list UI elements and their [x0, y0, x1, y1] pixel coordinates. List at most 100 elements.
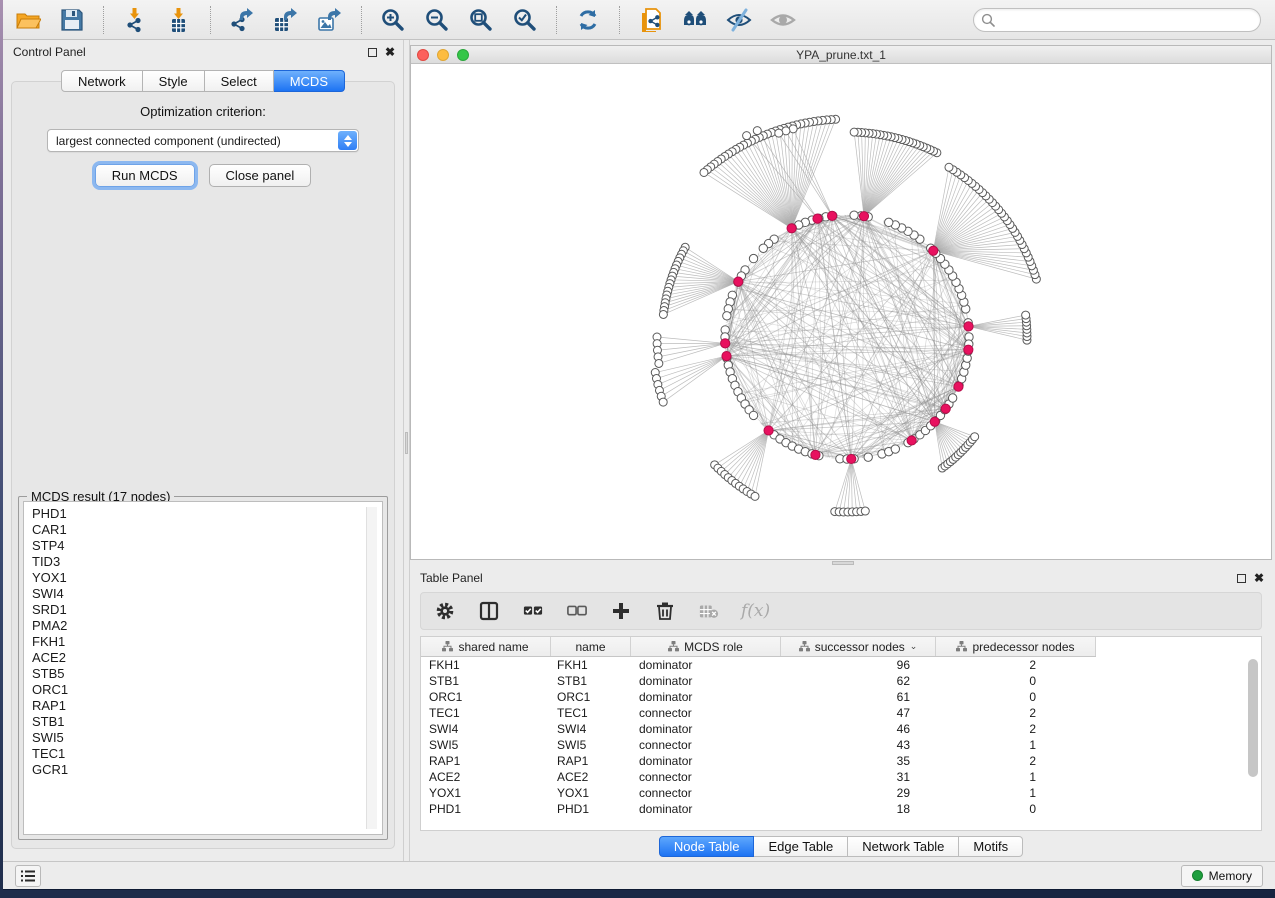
table-row[interactable]: TEC1TEC1connector472 — [421, 705, 1261, 721]
table-row[interactable]: STB1STB1dominator620 — [421, 673, 1261, 689]
mcds-node[interactable] — [828, 211, 837, 220]
tab-edge-table[interactable]: Edge Table — [754, 836, 848, 857]
close-table-panel-icon[interactable]: ✖ — [1254, 573, 1264, 583]
table-row[interactable]: PHD1PHD1dominator180 — [421, 801, 1261, 817]
leaf-node[interactable] — [789, 125, 797, 133]
column-header-MCDS-role[interactable]: MCDS role — [631, 637, 781, 656]
zoom-selected-icon[interactable] — [510, 5, 540, 35]
close-panel-icon[interactable]: ✖ — [385, 47, 395, 57]
mcds-result-item[interactable]: PMA2 — [32, 618, 382, 634]
leaf-node[interactable] — [861, 507, 869, 515]
network-node[interactable] — [749, 411, 757, 419]
leaf-node[interactable] — [850, 128, 858, 136]
deselect-all-icon[interactable] — [565, 599, 589, 623]
mcds-node[interactable] — [734, 277, 743, 286]
table-row[interactable]: ORC1ORC1dominator610 — [421, 689, 1261, 705]
import-table-icon[interactable] — [164, 5, 194, 35]
network-node[interactable] — [885, 218, 893, 226]
leaf-node[interactable] — [659, 398, 667, 406]
mcds-result-item[interactable]: SRD1 — [32, 602, 382, 618]
network-from-selection-icon[interactable] — [636, 5, 666, 35]
save-session-icon[interactable] — [57, 5, 87, 35]
tab-network-table[interactable]: Network Table — [848, 836, 959, 857]
gear-icon[interactable] — [433, 599, 457, 623]
network-canvas[interactable] — [411, 64, 1271, 559]
mcds-result-item[interactable]: FKH1 — [32, 634, 382, 650]
leaf-node[interactable] — [945, 163, 953, 171]
show-column-icon[interactable] — [477, 599, 501, 623]
mcds-result-item[interactable]: YOX1 — [32, 570, 382, 586]
mcds-node[interactable] — [722, 351, 731, 360]
leaf-node[interactable] — [700, 168, 708, 176]
table-scrollbar[interactable] — [1247, 659, 1259, 828]
mcds-node[interactable] — [930, 417, 939, 426]
mcds-result-item[interactable]: STB5 — [32, 666, 382, 682]
find-icon[interactable] — [680, 5, 710, 35]
table-row[interactable]: SWI4SWI4dominator462 — [421, 721, 1261, 737]
delete-column-icon[interactable] — [653, 599, 677, 623]
tab-motifs[interactable]: Motifs — [959, 836, 1023, 857]
mcds-result-item[interactable]: TEC1 — [32, 746, 382, 762]
leaf-node[interactable] — [743, 132, 751, 140]
task-history-button[interactable] — [15, 865, 41, 887]
tab-network[interactable]: Network — [61, 70, 143, 92]
mcds-result-item[interactable]: TID3 — [32, 554, 382, 570]
mcds-result-list[interactable]: PHD1CAR1STP4TID3YOX1SWI4SRD1PMA2FKH1ACE2… — [23, 501, 383, 835]
hide-selected-icon[interactable] — [724, 5, 754, 35]
add-column-icon[interactable] — [609, 599, 633, 623]
mcds-result-item[interactable]: SWI5 — [32, 730, 382, 746]
network-node[interactable] — [723, 312, 731, 320]
mcds-node[interactable] — [721, 339, 730, 348]
zoom-out-icon[interactable] — [422, 5, 452, 35]
network-node[interactable] — [749, 254, 757, 262]
export-network-icon[interactable] — [227, 5, 257, 35]
leaf-node[interactable] — [1022, 311, 1030, 319]
vertical-splitter[interactable] — [403, 40, 410, 861]
mcds-node[interactable] — [764, 426, 773, 435]
mcds-node[interactable] — [929, 246, 938, 255]
mcds-node[interactable] — [964, 322, 973, 331]
tab-node-table[interactable]: Node Table — [659, 836, 755, 857]
mcds-result-item[interactable]: CAR1 — [32, 522, 382, 538]
mcds-result-item[interactable]: GCR1 — [32, 762, 382, 778]
float-panel-icon[interactable] — [368, 48, 377, 57]
table-row[interactable]: YOX1YOX1connector291 — [421, 785, 1261, 801]
zoom-fit-icon[interactable] — [466, 5, 496, 35]
table-row[interactable]: SWI5SWI5connector431 — [421, 737, 1261, 753]
mcds-node[interactable] — [847, 454, 856, 463]
network-node[interactable] — [864, 453, 872, 461]
mcds-result-item[interactable]: STP4 — [32, 538, 382, 554]
mcds-node[interactable] — [954, 382, 963, 391]
column-header-shared-name[interactable]: shared name — [421, 637, 551, 656]
mcds-node[interactable] — [941, 404, 950, 413]
network-node[interactable] — [850, 211, 858, 219]
leaf-node[interactable] — [753, 127, 761, 135]
table-row[interactable]: ACE2ACE2connector311 — [421, 769, 1261, 785]
column-header-successor-nodes[interactable]: successor nodes⌄ — [781, 637, 936, 656]
mcds-result-item[interactable]: SWI4 — [32, 586, 382, 602]
mcds-node[interactable] — [787, 224, 796, 233]
zoom-in-icon[interactable] — [378, 5, 408, 35]
mcds-result-item[interactable]: ORC1 — [32, 682, 382, 698]
run-mcds-button[interactable]: Run MCDS — [95, 164, 195, 187]
optimization-criterion-select[interactable]: largest connected component (undirected) — [47, 129, 359, 152]
network-node[interactable] — [948, 394, 956, 402]
mcds-result-item[interactable]: RAP1 — [32, 698, 382, 714]
network-node[interactable] — [759, 244, 767, 252]
memory-button[interactable]: Memory — [1181, 865, 1263, 887]
leaf-node[interactable] — [751, 492, 759, 500]
mcds-node[interactable] — [859, 212, 868, 221]
network-window-titlebar[interactable]: YPA_prune.txt_1 — [411, 46, 1271, 64]
select-all-icon[interactable] — [521, 599, 545, 623]
search-input[interactable] — [973, 8, 1261, 32]
column-header-predecessor-nodes[interactable]: predecessor nodes — [936, 637, 1096, 656]
export-image-icon[interactable] — [315, 5, 345, 35]
tab-style[interactable]: Style — [143, 70, 205, 92]
table-row[interactable]: FKH1FKH1dominator962 — [421, 657, 1261, 673]
mcds-node[interactable] — [907, 436, 916, 445]
mcds-node[interactable] — [811, 450, 820, 459]
table-row[interactable]: RAP1RAP1dominator352 — [421, 753, 1261, 769]
mcds-result-item[interactable]: ACE2 — [32, 650, 382, 666]
column-header-name[interactable]: name — [551, 637, 631, 656]
leaf-node[interactable] — [659, 310, 667, 318]
